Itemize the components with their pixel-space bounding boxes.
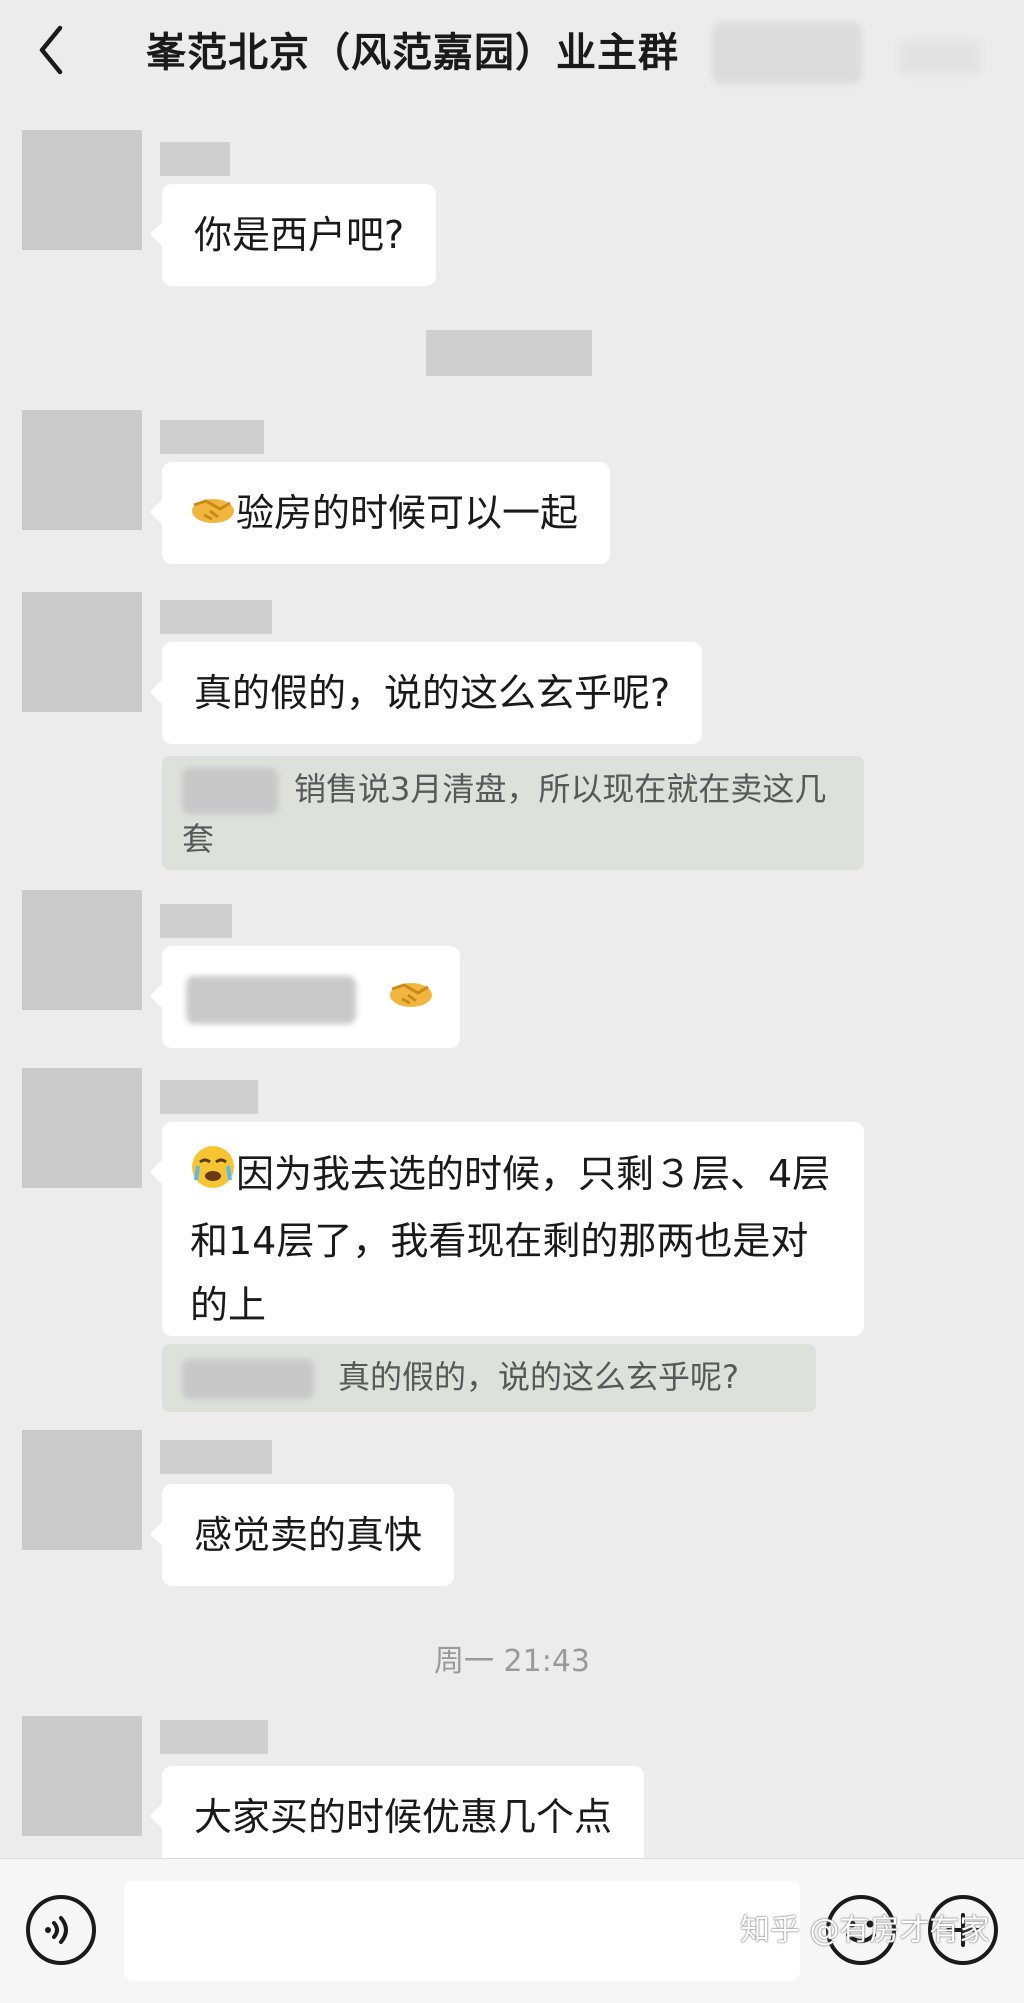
voice-icon[interactable] bbox=[26, 1895, 96, 1965]
redacted-nickname bbox=[160, 420, 264, 454]
avatar[interactable] bbox=[22, 1716, 142, 1836]
redacted-nickname bbox=[160, 1080, 258, 1114]
message-timestamp: 周一 21:43 bbox=[434, 1644, 590, 1679]
back-chevron-icon[interactable] bbox=[30, 22, 90, 78]
message-bubble[interactable]: 因为我去选的时候，只剩３层、4层和14层了，我看现在剩的那两也是对的上 bbox=[150, 1122, 864, 1336]
message-text: 验房的时候可以一起 bbox=[236, 491, 579, 535]
message-bubble[interactable]: 大家买的时候优惠几个点 bbox=[149, 1766, 645, 1868]
message-text: 感觉卖的真快 bbox=[194, 1513, 423, 1557]
message-text: 真的假的，说的这么玄乎呢? bbox=[194, 671, 671, 715]
message-bubble[interactable]: 你是西户吧? bbox=[149, 184, 437, 286]
avatar[interactable] bbox=[22, 1430, 142, 1550]
quote-text: 销售说3月清盘，所以现在就在卖这几套 bbox=[182, 770, 827, 858]
avatar[interactable] bbox=[22, 1068, 142, 1188]
quoted-reply[interactable]: 真的假的，说的这么玄乎呢? bbox=[162, 1344, 816, 1412]
message-bubble[interactable]: 真的假的，说的这么玄乎呢? bbox=[149, 642, 703, 744]
redacted-system-notice bbox=[426, 330, 592, 376]
avatar[interactable] bbox=[22, 410, 142, 530]
message-list[interactable]: 你是西户吧? 验房的时候可以一起 真的假的，说的这么玄乎呢? 销售说3月清盘，所… bbox=[0, 100, 1024, 1868]
redacted-message-content bbox=[186, 975, 356, 1024]
message-bubble[interactable]: 验房的时候可以一起 bbox=[149, 462, 611, 564]
avatar[interactable] bbox=[22, 592, 142, 712]
chat-header: 峯范北京（风范嘉园）业主群 bbox=[0, 0, 1024, 100]
message-text: 因为我去选的时候，只剩３层、4层和14层了，我看现在剩的那两也是对的上 bbox=[190, 1152, 831, 1327]
redacted-quote-author bbox=[182, 768, 278, 814]
redacted-nickname bbox=[160, 142, 230, 176]
zhihu-watermark: 知乎 @有房才有家 bbox=[740, 1913, 990, 1948]
input-bar: 知乎 @有房才有家 bbox=[0, 1858, 1024, 2003]
avatar[interactable] bbox=[22, 890, 142, 1010]
message-text: 你是西户吧? bbox=[194, 213, 405, 257]
chat-title: 峯范北京（风范嘉园）业主群 bbox=[146, 30, 679, 76]
redacted-header-icon bbox=[900, 40, 980, 74]
handshake-icon bbox=[388, 969, 434, 1031]
quote-text: 真的假的，说的这么玄乎呢? bbox=[338, 1358, 739, 1396]
message-bubble[interactable] bbox=[150, 946, 460, 1048]
message-bubble[interactable]: 感觉卖的真快 bbox=[149, 1484, 455, 1586]
face-with-tears-icon bbox=[190, 1144, 236, 1209]
redacted-nickname bbox=[160, 1720, 268, 1754]
message-text: 大家买的时候优惠几个点 bbox=[194, 1795, 613, 1839]
avatar[interactable] bbox=[22, 130, 142, 250]
message-input[interactable] bbox=[124, 1881, 800, 1981]
redacted-nickname bbox=[160, 904, 232, 938]
redacted-member-count bbox=[712, 22, 862, 84]
handshake-icon bbox=[190, 485, 236, 547]
quoted-reply[interactable]: 销售说3月清盘，所以现在就在卖这几套 bbox=[162, 756, 864, 870]
redacted-nickname bbox=[160, 1440, 272, 1474]
redacted-nickname bbox=[160, 600, 272, 634]
redacted-quote-author bbox=[182, 1359, 314, 1399]
